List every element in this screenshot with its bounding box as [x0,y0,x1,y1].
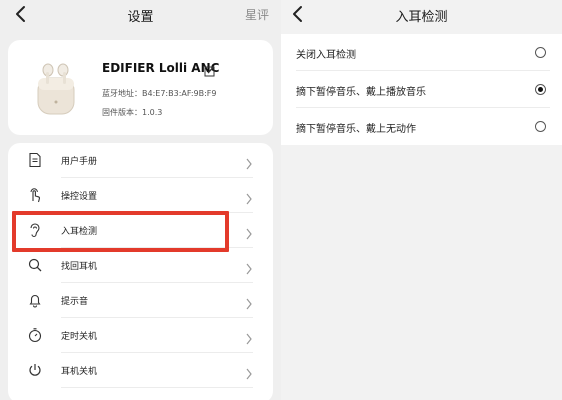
option-label: 关闭入耳检测 [296,50,356,61]
chevron-right-icon [245,155,253,170]
menu-label: 操控设置 [61,192,98,202]
bluetooth-value: B4:E7:B3:AF:9B:F9 [142,89,217,98]
detection-options: 关闭入耳检测 摘下暂停音乐、戴上播放音乐 摘下暂停音乐、戴上无动作 [281,34,562,145]
bluetooth-label: 蓝牙地址： [102,89,142,98]
in-ear-header: 入耳检测 [281,0,562,30]
timer-icon [27,327,43,343]
bluetooth-address: 蓝牙地址：B4:E7:B3:AF:9B:F9 [102,88,217,99]
option-disable-detection[interactable]: 关闭入耳检测 [281,34,562,71]
in-ear-detection-screen: 入耳检测 关闭入耳检测 摘下暂停音乐、戴上播放音乐 摘下暂停音乐、戴上无动作 [281,0,562,400]
settings-header: 设置 星评 [0,0,281,30]
firmware-value: 1.0.3 [142,108,163,117]
page-title: 入耳检测 [395,10,448,25]
menu-label: 耳机关机 [61,367,98,377]
settings-menu: 用户手册 操控设置 入耳检测 找回耳机 提示音 定时关机 耳机关机 [8,143,273,400]
menu-item-control-settings[interactable]: 操控设置 [8,178,273,213]
menu-item-prompt-tone[interactable]: 提示音 [8,283,273,318]
option-pause-no-action[interactable]: 摘下暂停音乐、戴上无动作 [281,108,562,145]
firmware-version: 固件版本：1.0.3 [102,107,162,118]
bell-icon [27,292,43,308]
menu-item-user-manual[interactable]: 用户手册 [8,143,273,178]
menu-item-timer-off[interactable]: 定时关机 [8,318,273,353]
page-title: 设置 [127,10,154,25]
option-label: 摘下暂停音乐、戴上无动作 [296,124,416,135]
divider [61,387,253,388]
menu-label: 找回耳机 [61,262,98,272]
radio-button[interactable] [535,121,546,132]
highlight-box [12,211,229,252]
edit-icon[interactable] [204,62,216,77]
radio-button-selected[interactable] [535,84,546,95]
device-card: EDIFIER Lolli ANC 蓝牙地址：B4:E7:B3:AF:9B:F9… [8,40,273,135]
manual-icon [27,152,43,168]
chevron-right-icon [245,260,253,275]
menu-label: 定时关机 [61,332,98,342]
option-label: 摘下暂停音乐、戴上播放音乐 [296,87,426,98]
menu-item-find-earbuds[interactable]: 找回耳机 [8,248,273,283]
chevron-right-icon [245,190,253,205]
chevron-right-icon [245,365,253,380]
menu-item-power-off[interactable]: 耳机关机 [8,353,273,388]
menu-label: 提示音 [61,297,89,307]
chevron-right-icon [245,330,253,345]
chevron-right-icon [245,295,253,310]
search-icon [27,257,43,273]
device-name: EDIFIER Lolli ANC [102,61,220,75]
option-pause-and-play[interactable]: 摘下暂停音乐、戴上播放音乐 [281,71,562,108]
settings-screen: 设置 星评 EDIFIER Lolli ANC 蓝牙地址：B4:E7:B3:AF… [0,0,281,400]
firmware-label: 固件版本： [102,108,142,117]
power-icon [27,362,43,378]
menu-label: 用户手册 [61,157,98,167]
earbuds-case-image [34,58,78,118]
chevron-right-icon [245,225,253,240]
touch-icon [27,187,43,203]
rate-button[interactable]: 星评 [245,6,269,23]
radio-button[interactable] [535,47,546,58]
